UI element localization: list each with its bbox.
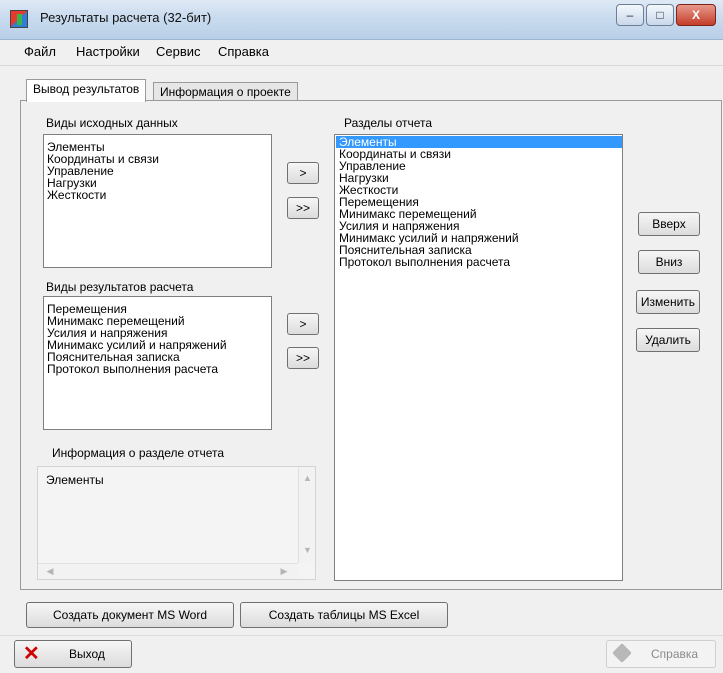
result-types-list[interactable]: Перемещения Минимакс перемещений Усилия …: [43, 296, 272, 430]
section-info-text: Элементы: [46, 473, 104, 487]
report-sections-label: Разделы отчета: [344, 116, 433, 130]
menu-help[interactable]: Справка: [218, 44, 269, 59]
book-icon: [612, 643, 632, 663]
move-down-button[interactable]: Вниз: [638, 250, 700, 274]
delete-button[interactable]: Удалить: [636, 328, 700, 352]
source-data-list[interactable]: Элементы Координаты и связи Управление Н…: [43, 134, 272, 268]
menu-service[interactable]: Сервис: [156, 44, 201, 59]
scroll-down-arrow[interactable]: ▼: [299, 545, 316, 555]
help-label: Справка: [651, 647, 699, 661]
add-source-button[interactable]: >: [287, 162, 319, 184]
scroll-up-arrow[interactable]: ▲: [299, 473, 316, 483]
title-bar: Результаты расчета (32-бит) – □ X: [0, 0, 723, 40]
exit-label: Выход: [69, 647, 105, 661]
add-all-result-button[interactable]: >>: [287, 347, 319, 369]
create-word-button[interactable]: Создать документ MS Word: [26, 602, 234, 628]
scroll-right-arrow[interactable]: ▶: [278, 566, 290, 577]
add-all-source-button[interactable]: >>: [287, 197, 319, 219]
edit-button[interactable]: Изменить: [636, 290, 700, 314]
add-result-button[interactable]: >: [287, 313, 319, 335]
vertical-scrollbar[interactable]: ▲ ▼: [298, 467, 315, 563]
report-sections-list[interactable]: Элементы Координаты и связи Управление Н…: [334, 134, 623, 581]
scroll-left-arrow[interactable]: ◀: [44, 566, 56, 577]
close-x-icon: ✕: [23, 643, 40, 665]
maximize-button[interactable]: □: [646, 4, 674, 26]
horizontal-scrollbar[interactable]: ◀ ▶: [38, 563, 298, 579]
create-excel-button[interactable]: Создать таблицы MS Excel: [240, 602, 448, 628]
close-button[interactable]: X: [676, 4, 716, 26]
section-info-label: Информация о разделе отчета: [52, 446, 225, 460]
tab-project-info[interactable]: Информация о проекте: [153, 82, 298, 102]
move-up-button[interactable]: Вверх: [638, 212, 700, 236]
list-item[interactable]: Протокол выполнения расчета: [336, 256, 622, 268]
menu-settings[interactable]: Настройки: [76, 44, 140, 59]
app-icon: [10, 10, 28, 28]
window-title: Результаты расчета (32-бит): [40, 10, 212, 25]
result-types-label: Виды результатов расчета: [46, 280, 194, 294]
menu-file[interactable]: Файл: [24, 44, 56, 59]
list-item[interactable]: Жесткости: [44, 189, 271, 201]
section-info-box: Элементы ▲ ▼ ◀ ▶: [37, 466, 316, 580]
exit-button[interactable]: ✕ Выход: [14, 640, 132, 668]
list-item[interactable]: Протокол выполнения расчета: [44, 363, 271, 375]
source-data-label: Виды исходных данных: [46, 116, 178, 130]
menu-bar: Файл Настройки Сервис Справка: [0, 40, 723, 66]
help-button[interactable]: Справка: [606, 640, 716, 668]
minimize-button[interactable]: –: [616, 4, 644, 26]
tab-output-results[interactable]: Вывод результатов: [26, 79, 147, 102]
